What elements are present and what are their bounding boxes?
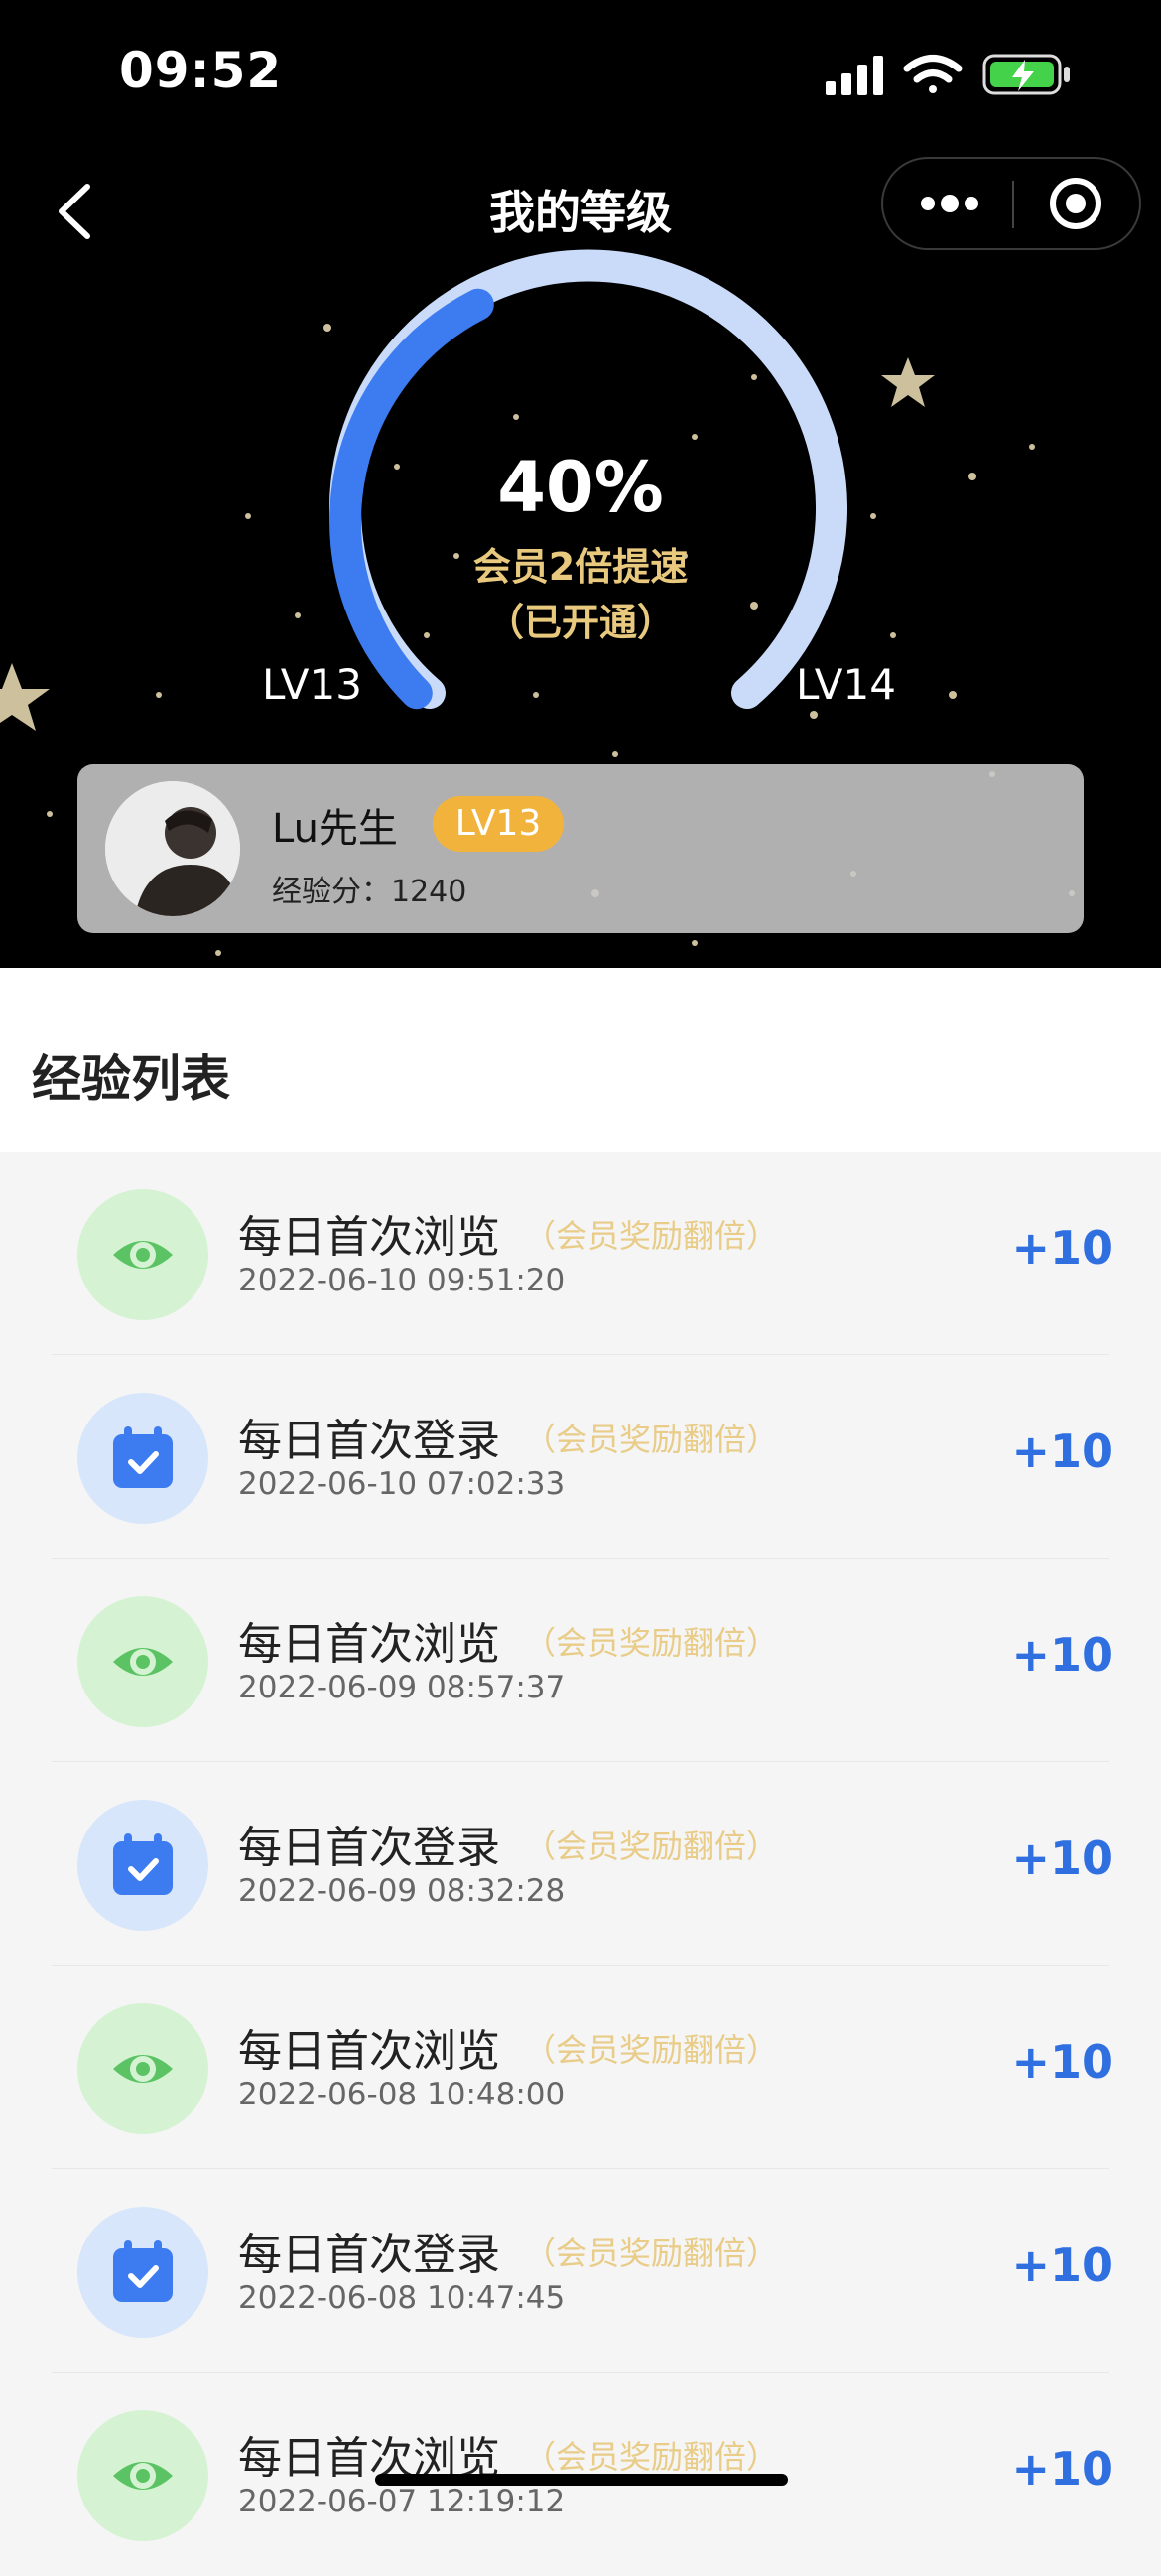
- item-note: （会员奖励翻倍）: [524, 2235, 779, 2272]
- current-level-label: LV13: [262, 660, 362, 709]
- eye-icon: [113, 1648, 173, 1676]
- item-points: +10: [1011, 1831, 1113, 1885]
- row-icon-circle: [77, 1393, 208, 1524]
- item-points: +10: [1011, 2442, 1113, 2496]
- item-points: +10: [1011, 2238, 1113, 2292]
- calendar-check-icon: [113, 1426, 173, 1488]
- experience-points: 经验分：1240: [272, 875, 467, 909]
- item-note: （会员奖励翻倍）: [524, 1421, 779, 1458]
- status-icons: [826, 54, 1070, 95]
- row-icon-circle: [77, 1800, 208, 1931]
- list-title: 经验列表: [32, 1050, 230, 1108]
- item-title: 每日首次登录: [238, 2230, 500, 2280]
- member-speed-text: 会员2倍提速: [472, 545, 689, 589]
- battery-icon: [982, 54, 1070, 95]
- nav-bar: 我的等级: [0, 149, 1161, 268]
- item-title: 每日首次浏览: [238, 1212, 500, 1263]
- calendar-check-icon: [113, 2240, 173, 2302]
- item-title: 每日首次登录: [238, 1823, 500, 1873]
- item-note: （会员奖励翻倍）: [524, 2438, 779, 2476]
- user-card: Lu先生 LV13 经验分：1240: [77, 764, 1084, 933]
- row-icon-circle: [77, 2003, 208, 2134]
- list-item: 每日首次登录 （会员奖励翻倍） 2022-06-10 07:02:33 +10: [0, 1355, 1161, 1559]
- item-time: 2022-06-10 07:02:33: [238, 1466, 566, 1502]
- item-note: （会员奖励翻倍）: [524, 2031, 779, 2069]
- item-points: +10: [1011, 1221, 1113, 1275]
- list-header: 经验列表: [0, 968, 1161, 1152]
- eye-icon: [113, 1241, 173, 1269]
- progress-percent: 40%: [497, 447, 664, 528]
- list-item: 每日首次浏览 （会员奖励翻倍） 2022-06-08 10:48:00 +10: [0, 1966, 1161, 2169]
- item-time: 2022-06-09 08:32:28: [238, 1873, 566, 1909]
- close-button[interactable]: [1014, 159, 1139, 248]
- list-item: 每日首次浏览 （会员奖励翻倍） 2022-06-09 08:57:37 +10: [0, 1559, 1161, 1762]
- level-badge: LV13: [433, 796, 564, 852]
- calendar-check-icon: [113, 1833, 173, 1895]
- row-icon-circle: [77, 2410, 208, 2541]
- list-item: 每日首次登录 （会员奖励翻倍） 2022-06-08 10:47:45 +10: [0, 2169, 1161, 2373]
- next-level-label: LV14: [796, 660, 896, 709]
- row-icon-circle: [77, 1596, 208, 1727]
- member-activated-text: （已开通）: [485, 601, 675, 644]
- row-icon-circle: [77, 1189, 208, 1320]
- item-points: +10: [1011, 2035, 1113, 2089]
- item-title: 每日首次登录: [238, 1416, 500, 1466]
- signal-icon: [826, 56, 883, 95]
- username: Lu先生: [272, 806, 398, 852]
- item-time: 2022-06-10 09:51:20: [238, 1263, 566, 1298]
- status-bar: 09:52: [0, 0, 1161, 139]
- experience-list: 每日首次浏览 （会员奖励翻倍） 2022-06-10 09:51:20 +10 …: [0, 1152, 1161, 2576]
- wifi-icon: [903, 55, 963, 93]
- more-dots-icon: [921, 195, 978, 212]
- eye-icon: [113, 2055, 173, 2083]
- item-points: +10: [1011, 1424, 1113, 1478]
- avatar[interactable]: [105, 781, 240, 916]
- item-note: （会员奖励翻倍）: [524, 1624, 779, 1662]
- item-time: 2022-06-07 12:19:12: [238, 2484, 566, 2519]
- target-close-icon: [1050, 178, 1101, 229]
- status-time: 09:52: [119, 42, 283, 99]
- eye-icon: [113, 2462, 173, 2490]
- mini-program-capsule: [881, 157, 1141, 250]
- item-title: 每日首次浏览: [238, 2026, 500, 2077]
- item-note: （会员奖励翻倍）: [524, 1217, 779, 1255]
- item-points: +10: [1011, 1628, 1113, 1682]
- row-icon-circle: [77, 2207, 208, 2338]
- item-time: 2022-06-08 10:47:45: [238, 2280, 566, 2316]
- item-time: 2022-06-09 08:57:37: [238, 1670, 566, 1705]
- item-note: （会员奖励翻倍）: [524, 1828, 779, 1865]
- more-button[interactable]: [883, 159, 1012, 248]
- item-title: 每日首次浏览: [238, 1619, 500, 1670]
- item-time: 2022-06-08 10:48:00: [238, 2077, 566, 2112]
- level-hero: 09:52 我的等级 40% 会员2倍提速 （已开通） LV13 LV14 Lu…: [0, 0, 1161, 968]
- user-avatar-image: [105, 781, 240, 916]
- list-item: 每日首次浏览 （会员奖励翻倍） 2022-06-10 09:51:20 +10: [0, 1152, 1161, 1355]
- list-item: 每日首次登录 （会员奖励翻倍） 2022-06-09 08:32:28 +10: [0, 1762, 1161, 1966]
- home-indicator: [375, 2474, 788, 2486]
